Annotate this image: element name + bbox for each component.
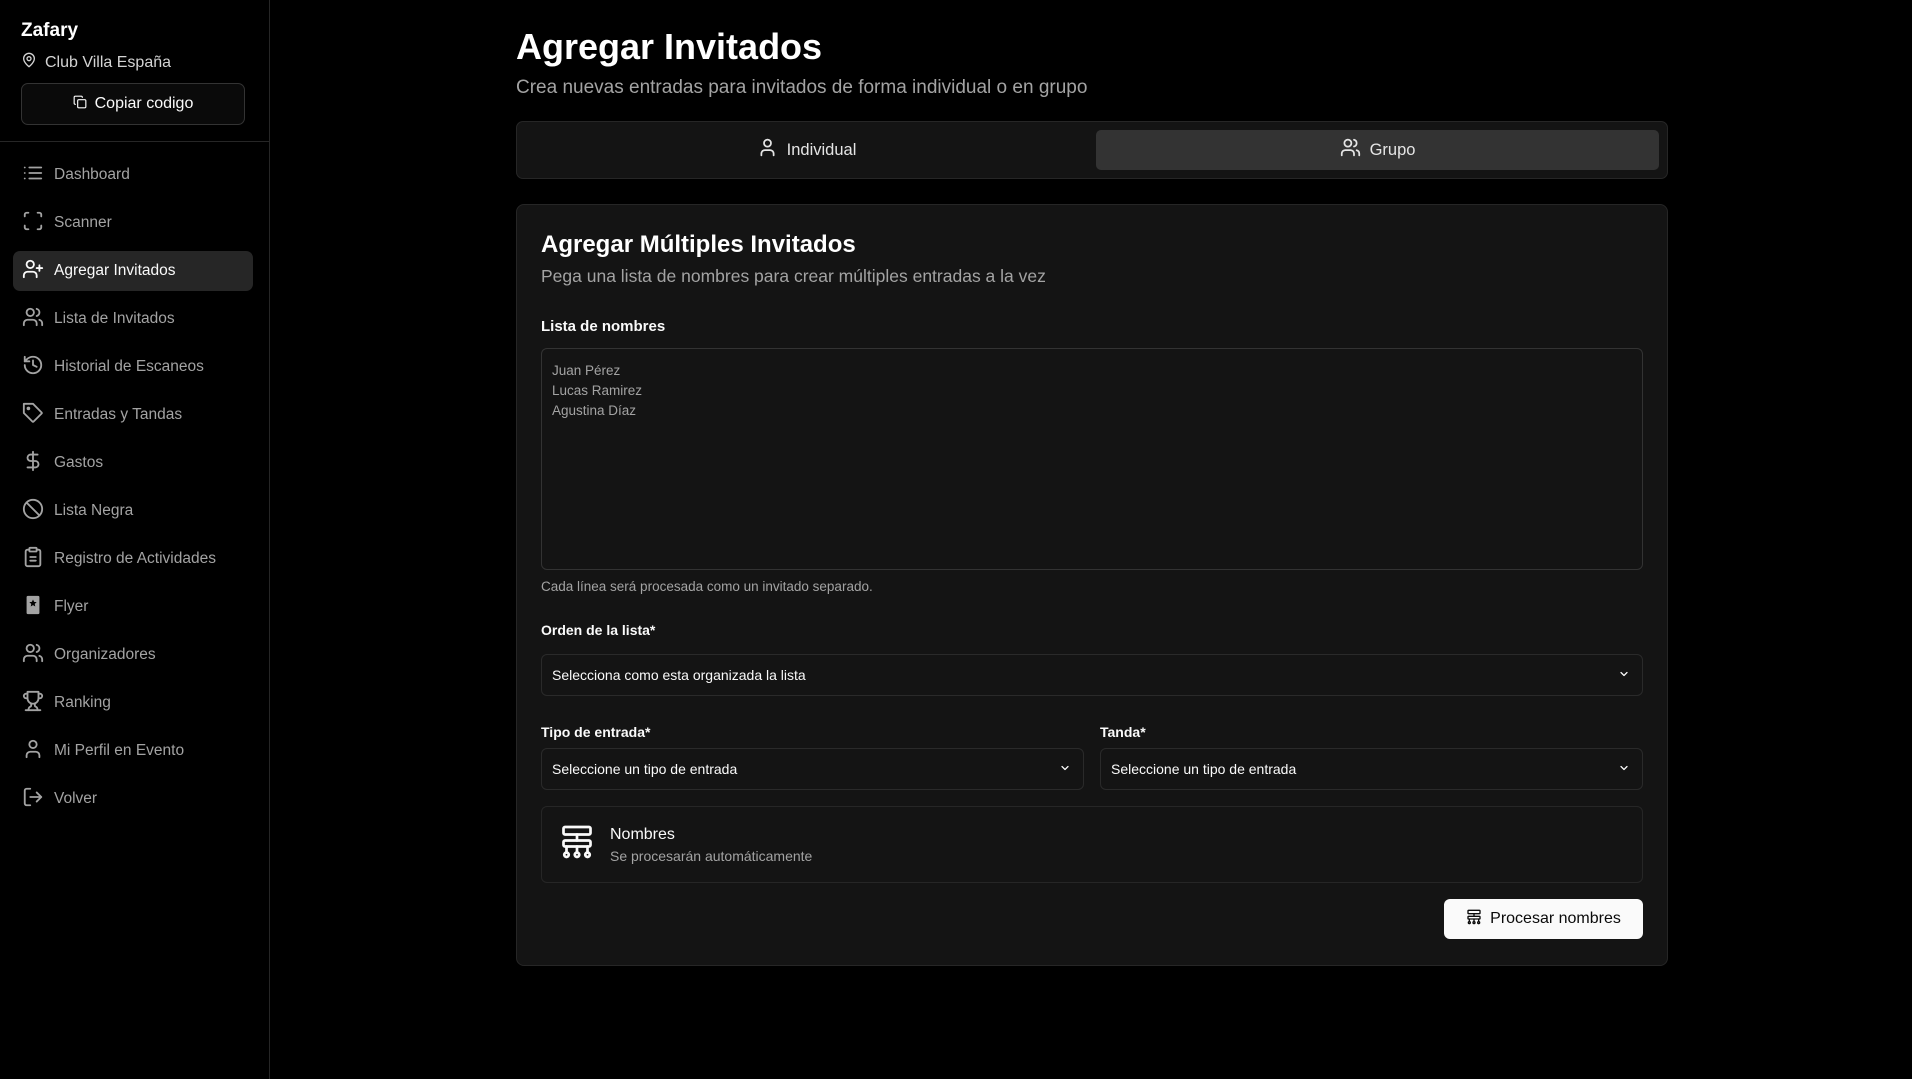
ticket-type-field: Tipo de entrada* Seleccione un tipo de e… xyxy=(541,724,1084,790)
network-icon xyxy=(1466,909,1482,930)
sidebar-item-label: Volver xyxy=(54,790,98,807)
flyer-icon xyxy=(22,594,44,621)
ticket-row: Tipo de entrada* Seleccione un tipo de e… xyxy=(541,724,1643,790)
sidebar-item-lista-negra[interactable]: Lista Negra xyxy=(13,491,253,531)
sidebar-item-label: Gastos xyxy=(54,454,104,471)
order-select-value: Selecciona como esta organizada la lista xyxy=(552,667,806,683)
users-icon xyxy=(1340,137,1361,163)
venue: Club Villa España xyxy=(21,52,248,73)
sidebar-item-label: Flyer xyxy=(54,598,89,615)
scan-icon xyxy=(22,210,44,237)
ticket-type-label: Tipo de entrada* xyxy=(541,724,651,740)
tab-individual[interactable]: Individual xyxy=(525,130,1088,170)
user-icon xyxy=(22,738,44,765)
network-icon xyxy=(559,824,595,865)
sidebar-item-label: Agregar Invitados xyxy=(54,262,176,279)
process-info-text: Nombres Se procesarán automáticamente xyxy=(610,826,812,864)
map-pin-icon xyxy=(21,52,37,73)
sidebar-item-gastos[interactable]: Gastos xyxy=(13,443,253,483)
sidebar-item-label: Historial de Escaneos xyxy=(54,358,204,375)
tanda-value: Seleccione un tipo de entrada xyxy=(1111,761,1297,777)
group-form-card: Agregar Múltiples Invitados Pega una lis… xyxy=(516,204,1668,966)
copy-code-label: Copiar codigo xyxy=(94,95,194,112)
tanda-label: Tanda* xyxy=(1100,724,1146,740)
main-content: Agregar Invitados Crea nuevas entradas p… xyxy=(516,0,1668,966)
sidebar-item-flyer[interactable]: Flyer xyxy=(13,587,253,627)
sidebar-item-historial-de-escaneos[interactable]: Historial de Escaneos xyxy=(13,347,253,387)
process-names-button[interactable]: Procesar nombres xyxy=(1444,899,1643,939)
ticket-type-select[interactable]: Seleccione un tipo de entrada xyxy=(541,748,1084,790)
names-textarea[interactable]: Juan Pérez Lucas Ramirez Agustina Díaz xyxy=(541,348,1643,570)
sidebar-item-volver[interactable]: Volver xyxy=(13,779,253,819)
sidebar-nav: Dashboard Scanner Agregar Invitados List… xyxy=(13,155,253,827)
sidebar-item-label: Entradas y Tandas xyxy=(54,406,183,423)
sidebar-item-label: Lista de Invitados xyxy=(54,310,175,327)
sidebar-item-agregar-invitados[interactable]: Agregar Invitados xyxy=(13,251,253,291)
chevron-down-icon xyxy=(1618,667,1630,683)
names-placeholder: Juan Pérez Lucas Ramirez Agustina Díaz xyxy=(552,363,643,418)
copy-icon xyxy=(73,95,87,114)
sidebar-item-label: Organizadores xyxy=(54,646,156,663)
sidebar-item-dashboard[interactable]: Dashboard xyxy=(13,155,253,195)
order-select[interactable]: Selecciona como esta organizada la lista xyxy=(541,654,1643,696)
copy-code-button[interactable]: Copiar codigo xyxy=(21,83,245,125)
logout-icon xyxy=(22,786,44,813)
card-title: Agregar Múltiples Invitados xyxy=(541,231,856,258)
user-icon xyxy=(757,137,778,163)
sidebar-item-label: Mi Perfil en Evento xyxy=(54,742,185,759)
tab-individual-label: Individual xyxy=(786,140,857,159)
sidebar-divider xyxy=(0,141,270,142)
chevron-down-icon xyxy=(1618,761,1630,777)
history-icon xyxy=(22,354,44,381)
process-info-title: Nombres xyxy=(610,825,675,843)
dollar-icon xyxy=(22,450,44,477)
names-hint: Cada línea será procesada como un invita… xyxy=(541,579,873,594)
sidebar-item-scanner[interactable]: Scanner xyxy=(13,203,253,243)
sidebar-item-organizadores[interactable]: Organizadores xyxy=(13,635,253,675)
page-title: Agregar Invitados xyxy=(516,26,823,67)
tanda-select[interactable]: Seleccione un tipo de entrada xyxy=(1100,748,1643,790)
venue-name: Club Villa España xyxy=(45,53,172,71)
process-info-subtitle: Se procesarán automáticamente xyxy=(610,847,813,864)
mode-tabs: Individual Grupo xyxy=(516,121,1668,179)
order-label: Orden de la lista* xyxy=(541,622,656,638)
sidebar-item-label: Scanner xyxy=(54,214,112,231)
page-subtitle: Crea nuevas entradas para invitados de f… xyxy=(516,77,1088,98)
tag-icon xyxy=(22,402,44,429)
tab-grupo-label: Grupo xyxy=(1369,140,1416,159)
trophy-icon xyxy=(22,690,44,717)
tanda-field: Tanda* Seleccione un tipo de entrada xyxy=(1100,724,1643,790)
user-plus-icon xyxy=(22,258,44,285)
sidebar-item-registro-de-actividades[interactable]: Registro de Actividades xyxy=(13,539,253,579)
sidebar-item-mi-perfil[interactable]: Mi Perfil en Evento xyxy=(13,731,253,771)
chevron-down-icon xyxy=(1059,761,1071,777)
tab-grupo[interactable]: Grupo xyxy=(1096,130,1659,170)
users-icon xyxy=(22,306,44,333)
names-list-label: Lista de nombres xyxy=(541,318,666,335)
sidebar-item-label: Dashboard xyxy=(54,166,130,183)
sidebar-item-label: Registro de Actividades xyxy=(54,550,216,567)
list-icon xyxy=(22,162,44,189)
process-names-label: Procesar nombres xyxy=(1490,910,1621,927)
card-subtitle: Pega una lista de nombres para crear múl… xyxy=(541,266,1046,286)
brand: Zafary Club Villa España Copiar codigo xyxy=(0,0,269,125)
sidebar-item-label: Ranking xyxy=(54,694,111,711)
brand-name: Zafary xyxy=(21,20,79,41)
process-info-box: Nombres Se procesarán automáticamente xyxy=(541,806,1643,883)
sidebar-item-lista-de-invitados[interactable]: Lista de Invitados xyxy=(13,299,253,339)
sidebar-item-ranking[interactable]: Ranking xyxy=(13,683,253,723)
clipboard-icon xyxy=(22,546,44,573)
sidebar-item-label: Lista Negra xyxy=(54,502,134,519)
sidebar: Zafary Club Villa España Copiar codigo D… xyxy=(0,0,270,1079)
ban-icon xyxy=(22,498,44,525)
sidebar-item-entradas-y-tandas[interactable]: Entradas y Tandas xyxy=(13,395,253,435)
form-actions: Procesar nombres xyxy=(541,899,1643,939)
ticket-type-value: Seleccione un tipo de entrada xyxy=(552,761,738,777)
users-icon xyxy=(22,642,44,669)
